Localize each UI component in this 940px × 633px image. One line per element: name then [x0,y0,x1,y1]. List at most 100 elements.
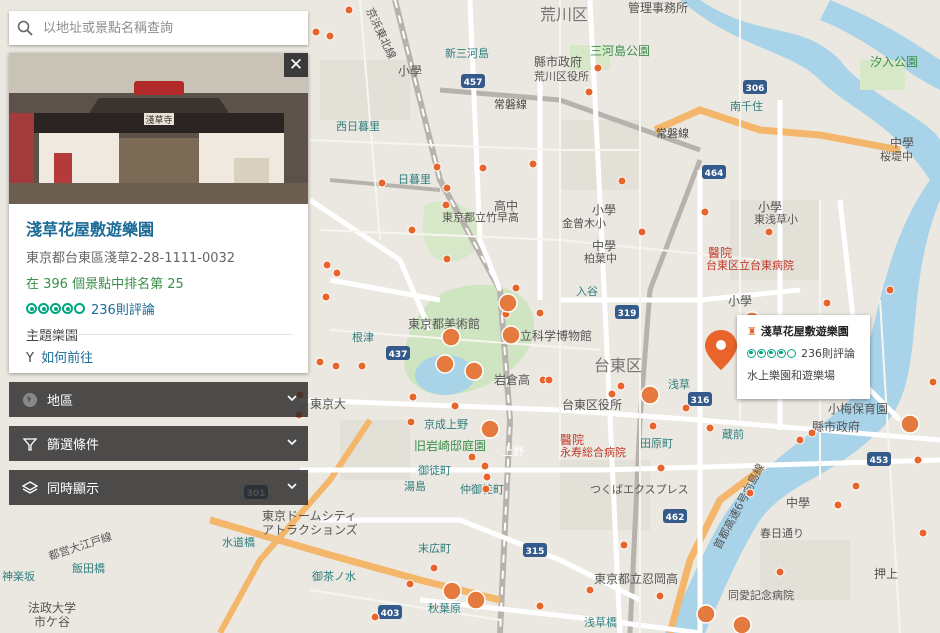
rating-bubble [50,303,61,314]
attraction-dot [544,375,554,385]
svg-text:京成上野: 京成上野 [424,417,468,431]
svg-text:根津: 根津 [352,330,374,344]
svg-text:東京ドームシティ: 東京ドームシティ [262,509,357,523]
rating-bubbles[interactable]: 236則評論 [26,299,293,318]
map-popup[interactable]: ♜ 淺草花屋敷遊樂園 236則評論 水上樂園和遊樂場 [737,315,870,399]
svg-text:田原町: 田原町 [640,437,673,450]
filter-panel[interactable]: 篩選條件 [9,426,308,461]
attraction-dot [851,481,861,491]
attraction-dot [617,176,627,186]
place-address: 東京都台東區淺草2-28-1111-0032 [26,251,236,266]
svg-text:醫院: 醫院 [560,433,584,447]
svg-text:汐入公園: 汐入公園 [870,54,918,69]
attraction-dot [407,225,417,235]
attraction-dot [705,423,715,433]
attraction-dot [833,500,843,510]
close-button[interactable]: ✕ [284,53,308,77]
route-number: 464 [705,169,724,179]
rating-bubble [787,348,796,358]
attraction-dot [656,463,666,473]
svg-text:新三河島: 新三河島 [445,46,489,60]
attraction-dot [913,455,923,465]
search-box[interactable] [9,11,308,45]
attraction-dot [616,381,626,391]
attraction-dot [450,401,460,411]
svg-text:中學: 中學 [786,495,810,510]
svg-text:東京都立忍岡高: 東京都立忍岡高 [594,571,678,586]
directions-link[interactable]: Y 如何前往 [26,334,293,366]
svg-text:中學: 中學 [592,238,616,253]
filter-label: 篩選條件 [47,438,100,453]
attraction-dot [315,357,325,367]
svg-text:小學: 小學 [592,203,616,217]
svg-text:淺草寺: 淺草寺 [145,114,172,126]
chevron-down-icon [287,395,297,402]
svg-text:永寿総合病院: 永寿総合病院 [560,445,626,459]
svg-text:日暮里: 日暮里 [398,172,431,186]
attraction-dot [442,183,452,193]
route-number: 453 [870,456,889,466]
svg-text:末広町: 末広町 [418,541,451,555]
attraction-dot [344,5,354,15]
attraction-dot [481,484,491,494]
attraction-dot [585,585,595,595]
rating-bubble [74,303,85,314]
svg-text:蔵前: 蔵前 [722,427,744,441]
attraction-dot [700,207,710,217]
chevron-down-icon [287,439,297,446]
place-title[interactable]: 淺草花屋敷遊樂園 [26,216,293,240]
area-panel[interactable]: 地區 [9,382,308,417]
route-number: 462 [666,513,685,523]
attraction-dot [637,227,647,237]
attraction-dot [619,540,629,550]
attraction-dot [885,285,895,295]
attraction-dot [535,601,545,611]
review-count[interactable]: 236則評論 [91,299,155,318]
rating-bubble [777,348,786,358]
search-input[interactable] [41,19,285,37]
svg-text:縣市政府: 縣市政府 [812,419,860,434]
attraction-dot [325,31,335,41]
svg-text:湯島: 湯島 [404,479,426,493]
popup-category: 水上樂園和遊樂場 [747,369,835,382]
attraction-dot [775,567,785,577]
attraction-dot [822,298,832,308]
svg-text:神楽坂: 神楽坂 [2,569,35,583]
svg-text:東京都美術館: 東京都美術館 [408,316,480,331]
route-number: 403 [381,609,400,619]
label-taito: 台東区 [594,356,642,375]
svg-text:金曾木小: 金曾木小 [562,216,606,230]
also-show-panel[interactable]: 同時顯示 [9,470,308,505]
attraction-icon: ♜ [747,325,757,338]
rating-bubble [757,348,766,358]
popup-rating: 236則評論 [747,345,860,361]
svg-text:東浅草小: 東浅草小 [754,213,798,226]
svg-text:春日通り: 春日通り [760,527,804,540]
route-number: 315 [526,547,545,557]
svg-text:東京都立竹早高: 東京都立竹早高 [442,210,519,224]
svg-text:秋葉原: 秋葉原 [428,601,461,615]
attraction-dot [432,162,442,172]
svg-text:常磐線: 常磐線 [656,126,689,140]
attraction-marker [441,327,461,347]
attraction-dot [593,63,603,73]
place-rank[interactable]: 在 396 個景點中排名第 25 [26,273,293,292]
attraction-dot [535,308,545,318]
attraction-marker [464,361,484,381]
attraction-dot [322,260,332,270]
svg-text:アトラクションズ: アトラクションズ [262,522,358,537]
svg-text:上野: 上野 [502,445,524,458]
svg-text:柏葉中: 柏葉中 [584,251,617,265]
attraction-dot [405,579,415,589]
label-arakawa: 荒川区 [540,5,588,24]
place-card: 淺草寺 ✕ 淺草花屋敷遊樂園 東京都台東區淺草2-28-1111-0032 在 … [9,53,308,373]
attraction-marker [640,385,660,405]
svg-text:東京大: 東京大 [310,397,346,411]
svg-text:御茶ノ水: 御茶ノ水 [312,569,356,583]
attraction-dot [467,452,477,462]
svg-text:西日暮里: 西日暮里 [336,119,380,133]
attraction-dot [918,528,928,538]
attraction-dot [764,227,774,237]
attraction-dot [745,488,755,498]
svg-text:市ケ谷: 市ケ谷 [34,614,70,629]
